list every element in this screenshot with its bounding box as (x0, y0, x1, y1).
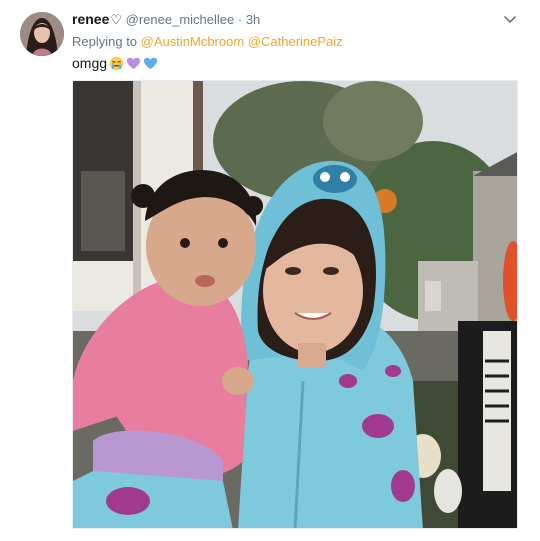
purple-heart-emoji-icon (126, 57, 141, 69)
replying-label: Replying to (72, 34, 138, 49)
tweet-text-content: omgg (72, 55, 108, 71)
heart-outline-icon: ♡ (110, 12, 123, 27)
photo-image (73, 81, 517, 528)
tweet-photo[interactable] (72, 80, 518, 529)
tweet-text: omgg (72, 55, 158, 71)
tweet-header: renee♡ @renee_michellee · 3h (72, 11, 260, 28)
avatar-image (20, 12, 64, 56)
mention-link[interactable]: @AustinMcbroom (141, 34, 245, 49)
user-handle[interactable]: @renee_michellee (126, 12, 235, 27)
display-name[interactable]: renee (72, 11, 109, 27)
replying-to: Replying to @AustinMcbroom @CatherinePai… (72, 34, 343, 49)
timestamp[interactable]: 3h (246, 12, 260, 27)
mention-link[interactable]: @CatherinePaiz (248, 34, 343, 49)
tweet: renee♡ @renee_michellee · 3h Replying to… (0, 0, 540, 541)
separator-dot: · (237, 12, 243, 27)
avatar[interactable] (20, 12, 64, 56)
blue-heart-emoji-icon (143, 57, 158, 69)
chevron-down-icon[interactable] (500, 12, 520, 28)
crying-face-emoji-icon (109, 56, 124, 70)
